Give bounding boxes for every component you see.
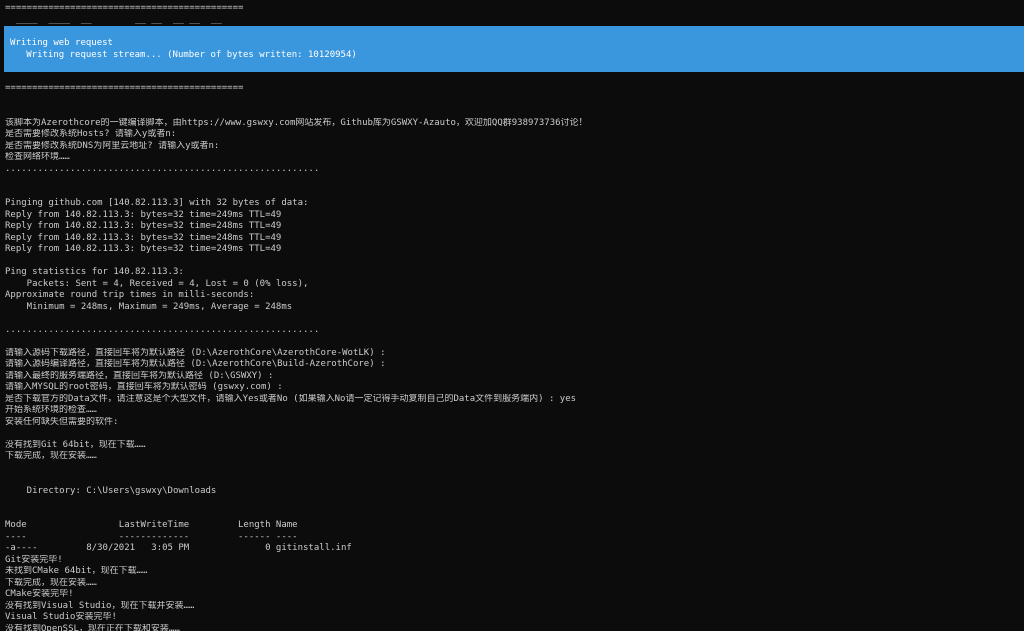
terminal-line: Pinging github.com [140.82.113.3] with 3… bbox=[5, 198, 309, 208]
progress-status: Writing request stream... (Number of byt… bbox=[10, 49, 357, 60]
terminal-line: 安装任何缺失但需要的软件: bbox=[5, 416, 119, 427]
terminal-line: Approximate round trip times in milli-se… bbox=[5, 290, 255, 300]
terminal-line: 没有找到OpenSSL，现在正在下载和安装…… bbox=[5, 623, 180, 631]
terminal-line: Reply from 140.82.113.3: bytes=32 time=2… bbox=[5, 244, 282, 254]
terminal-line: Reply from 140.82.113.3: bytes=32 time=2… bbox=[5, 221, 282, 231]
terminal-line: ========================================… bbox=[5, 83, 244, 93]
terminal-line: CMake安装完毕! bbox=[5, 589, 74, 599]
terminal-line: 未找到CMake 64bit，现在下载…… bbox=[5, 566, 148, 576]
terminal-line: 没有找到Visual Studio，现在下载并安装…… bbox=[5, 600, 195, 611]
terminal-line: 下载完成，现在安装…… bbox=[5, 451, 97, 461]
terminal-line: Ping statistics for 140.82.113.3: bbox=[5, 267, 184, 277]
terminal-line: 是否下载官方的Data文件，请注意这是个大型文件，请输入Yes或者No (如果输… bbox=[5, 393, 577, 404]
separator-line: ========================================… bbox=[5, 3, 244, 13]
terminal-line: Directory: C:\Users\gswxy\Downloads bbox=[5, 485, 217, 496]
terminal-line: 请输入源码下载路径，直接回车将为默认路径 (D:\AzerothCore\Aze… bbox=[5, 347, 386, 358]
terminal-line: 请输入源码编译路径，直接回车将为默认路径 (D:\AzerothCore\Bui… bbox=[5, 359, 386, 369]
terminal-line: Reply from 140.82.113.3: bytes=32 time=2… bbox=[5, 232, 282, 243]
terminal-line: ........................................… bbox=[5, 324, 320, 335]
terminal-line: Minimum = 248ms, Maximum = 249ms, Averag… bbox=[5, 301, 293, 312]
terminal-line: 是否需要修改系统Hosts? 请输入y或者n: bbox=[5, 129, 177, 139]
progress-banner: Writing web request Writing request stre… bbox=[4, 26, 1024, 72]
terminal-line: -a---- 8/30/2021 3:05 PM 0 gitinstall.in… bbox=[5, 543, 352, 553]
terminal-line: ---- ------------- ------ ---- bbox=[5, 531, 298, 542]
terminal-line: Mode LastWriteTime Length Name bbox=[5, 520, 298, 530]
terminal-line: Visual Studio安装完毕! bbox=[5, 612, 117, 622]
terminal-header-lines: ========================================… bbox=[5, 3, 1024, 26]
terminal-line: ........................................… bbox=[5, 163, 320, 174]
terminal-line: 检查网络环境…… bbox=[5, 152, 70, 162]
terminal-window[interactable]: ========================================… bbox=[0, 0, 1024, 631]
progress-placeholder-line: ____ ____ __ __ __ __ __ __ bbox=[5, 14, 222, 25]
terminal-line: 开始系统环境的检查…… bbox=[5, 405, 97, 415]
terminal-line: 是否需要修改系统DNS为阿里云地址? 请输入y或者n: bbox=[5, 140, 220, 151]
terminal-line: 请输入MYSQL的root密码，直接回车将为默认密码 (gswxy.com) : bbox=[5, 382, 283, 392]
terminal-line: 没有找到Git 64bit，现在下载…… bbox=[5, 439, 146, 450]
terminal-line: Reply from 140.82.113.3: bytes=32 time=2… bbox=[5, 209, 282, 220]
progress-title: Writing web request bbox=[10, 38, 113, 48]
terminal-line: 该脚本为Azerothcore的一键编译脚本，由https://www.gswx… bbox=[5, 117, 588, 128]
terminal-line: 请输入最终的服务端路径，直接回车将为默认路径 (D:\GSWXY) : bbox=[5, 370, 274, 381]
terminal-output[interactable]: ========================================… bbox=[5, 83, 1024, 631]
terminal-line: 下载完成，现在安装…… bbox=[5, 577, 97, 588]
terminal-line: Git安装完毕! bbox=[5, 554, 63, 565]
terminal-line: Packets: Sent = 4, Received = 4, Lost = … bbox=[5, 278, 309, 289]
